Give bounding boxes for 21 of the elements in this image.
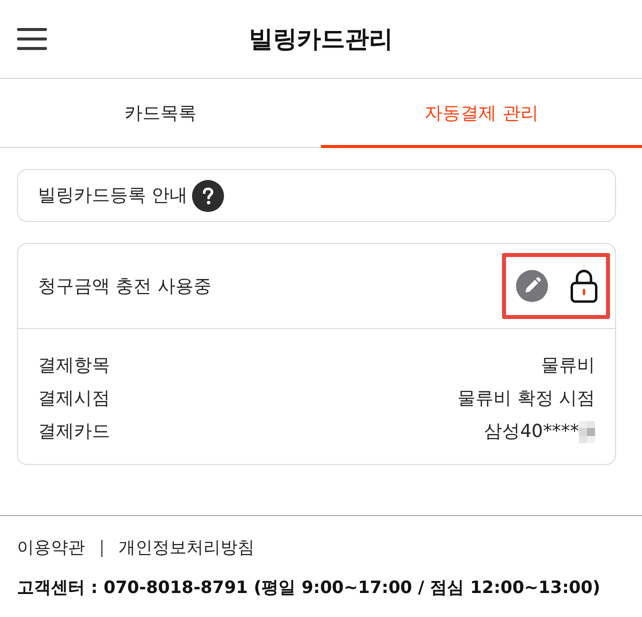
footer-link[interactable]: 개인정보처리방침 — [118, 536, 255, 562]
pencil-icon[interactable] — [516, 270, 548, 302]
footer-link[interactable]: 이용약관 — [17, 536, 85, 562]
row-label: 결제시점 — [38, 387, 110, 411]
info-label: 빌링카드등록 안내 — [38, 184, 188, 208]
card-status-title: 청구금액 충전 사용중 — [38, 274, 212, 298]
row-value: 물류비 확정 시점 — [458, 387, 595, 411]
row-value: 물류비 — [541, 354, 595, 378]
customer-center-info: 고객센터 : 070-8018-8791 (평일 9:00~17:00 / 점심 12:00~13:00) — [17, 576, 600, 600]
menu-icon — [17, 27, 47, 51]
lock-icon[interactable] — [570, 269, 598, 303]
help-icon[interactable] — [192, 180, 224, 212]
link-separator: | — [99, 537, 105, 560]
row-label: 결제카드 — [38, 420, 110, 444]
info-card[interactable]: 빌링카드등록 안내 — [17, 169, 616, 222]
row-value: 삼성40**** — [484, 420, 579, 444]
tab[interactable]: 자동결제 관리 — [321, 79, 642, 148]
menu-button[interactable] — [17, 26, 47, 52]
page-title: 빌링카드관리 — [249, 24, 393, 55]
row-label: 결제항목 — [38, 354, 110, 378]
tab[interactable]: 카드목록 — [0, 79, 321, 148]
